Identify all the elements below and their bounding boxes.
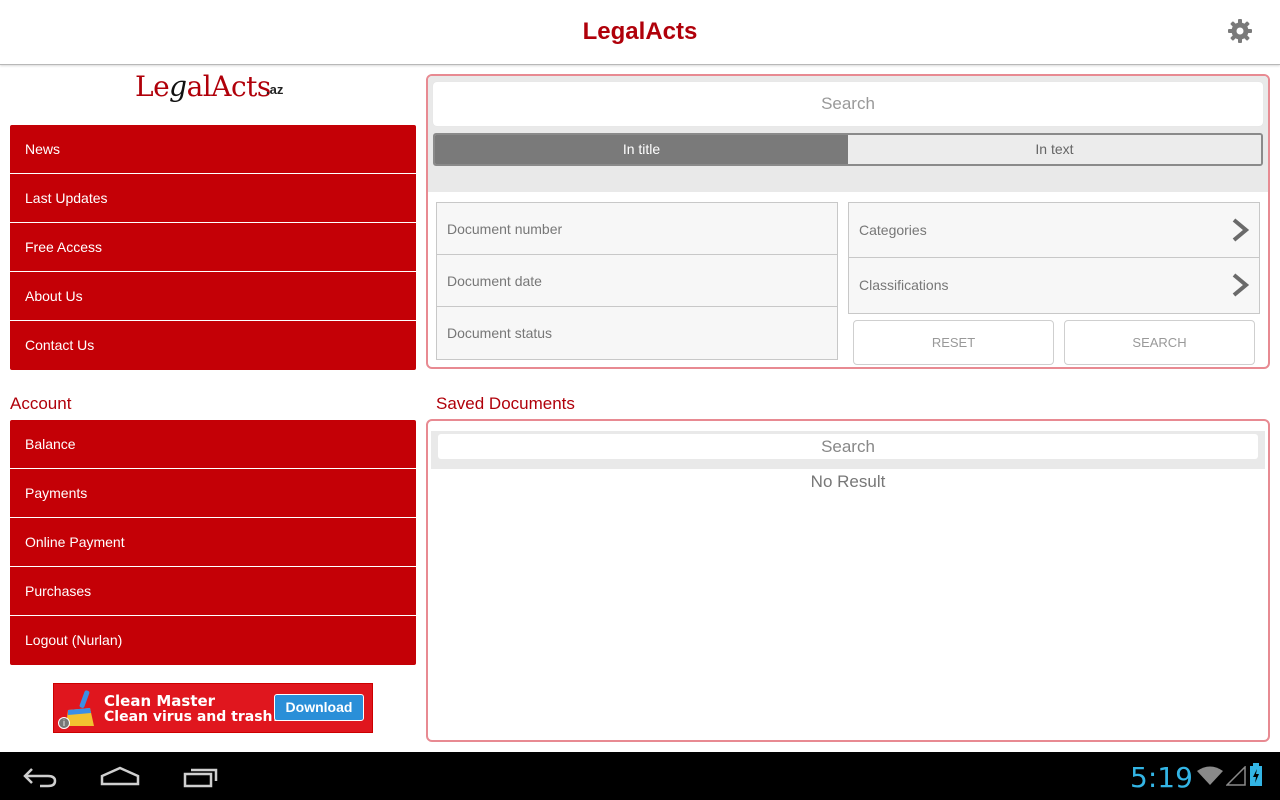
document-filters: Document number Document date Document s…	[436, 202, 838, 360]
segment-in-title[interactable]: In title	[435, 135, 848, 164]
legalacts-logo: LegalActs .az	[135, 70, 284, 103]
document-status-field[interactable]: Document status	[437, 307, 837, 359]
saved-documents-heading: Saved Documents	[436, 394, 575, 413]
menu-item-balance[interactable]: Balance	[10, 420, 416, 469]
search-scope-toggle: In title In text	[433, 133, 1263, 166]
system-navigation-bar: 5:19	[0, 752, 1280, 800]
app-title: LegalActs	[582, 18, 698, 45]
chevron-right-icon	[1232, 218, 1250, 242]
home-icon[interactable]	[100, 766, 140, 786]
menu-item-online-payment[interactable]: Online Payment	[10, 518, 416, 567]
empty-state-text: No Result	[810, 472, 886, 491]
category-filters: Categories Classifications	[848, 202, 1260, 314]
battery-icon	[1250, 763, 1262, 786]
reset-button[interactable]: RESET	[853, 320, 1054, 365]
ad-banner[interactable]: Clean Master Clean virus and trash! Down…	[53, 683, 373, 733]
ad-title: Clean Master	[104, 692, 216, 710]
classifications-label: Classifications	[859, 277, 949, 293]
status-clock: 5:19	[1130, 761, 1193, 794]
action-bar: LegalActs	[0, 0, 1280, 65]
menu-item-last-updates[interactable]: Last Updates	[10, 174, 416, 223]
gear-icon[interactable]	[1227, 18, 1253, 44]
ad-download-button[interactable]: Download	[274, 694, 364, 721]
main-menu: News Last Updates Free Access About Us C…	[10, 125, 416, 370]
categories-selector[interactable]: Categories	[849, 203, 1259, 258]
wifi-icon	[1197, 766, 1223, 785]
menu-item-payments[interactable]: Payments	[10, 469, 416, 518]
chevron-right-icon	[1232, 273, 1250, 297]
search-button[interactable]: SEARCH	[1064, 320, 1255, 365]
menu-item-purchases[interactable]: Purchases	[10, 567, 416, 616]
back-icon[interactable]	[22, 766, 58, 788]
search-panel: In title In text Document number Documen…	[426, 74, 1270, 369]
menu-item-free-access[interactable]: Free Access	[10, 223, 416, 272]
saved-search-input[interactable]	[438, 434, 1258, 459]
recent-apps-icon[interactable]	[183, 766, 219, 788]
document-date-field[interactable]: Document date	[437, 255, 837, 307]
saved-documents-panel: No Result	[426, 419, 1270, 742]
search-input[interactable]	[433, 82, 1263, 126]
categories-label: Categories	[859, 222, 927, 238]
segment-in-text[interactable]: In text	[848, 135, 1261, 164]
signal-icon	[1226, 766, 1246, 786]
menu-item-about-us[interactable]: About Us	[10, 272, 416, 321]
ad-info-icon[interactable]: i	[58, 717, 70, 729]
account-heading: Account	[10, 394, 72, 413]
menu-item-news[interactable]: News	[10, 125, 416, 174]
classifications-selector[interactable]: Classifications	[849, 258, 1259, 313]
menu-item-logout[interactable]: Logout (Nurlan)	[10, 616, 416, 665]
menu-item-contact-us[interactable]: Contact Us	[10, 321, 416, 370]
document-number-field[interactable]: Document number	[437, 203, 837, 255]
ad-subtitle: Clean virus and trash!	[104, 709, 279, 725]
account-menu: Balance Payments Online Payment Purchase…	[10, 420, 416, 665]
